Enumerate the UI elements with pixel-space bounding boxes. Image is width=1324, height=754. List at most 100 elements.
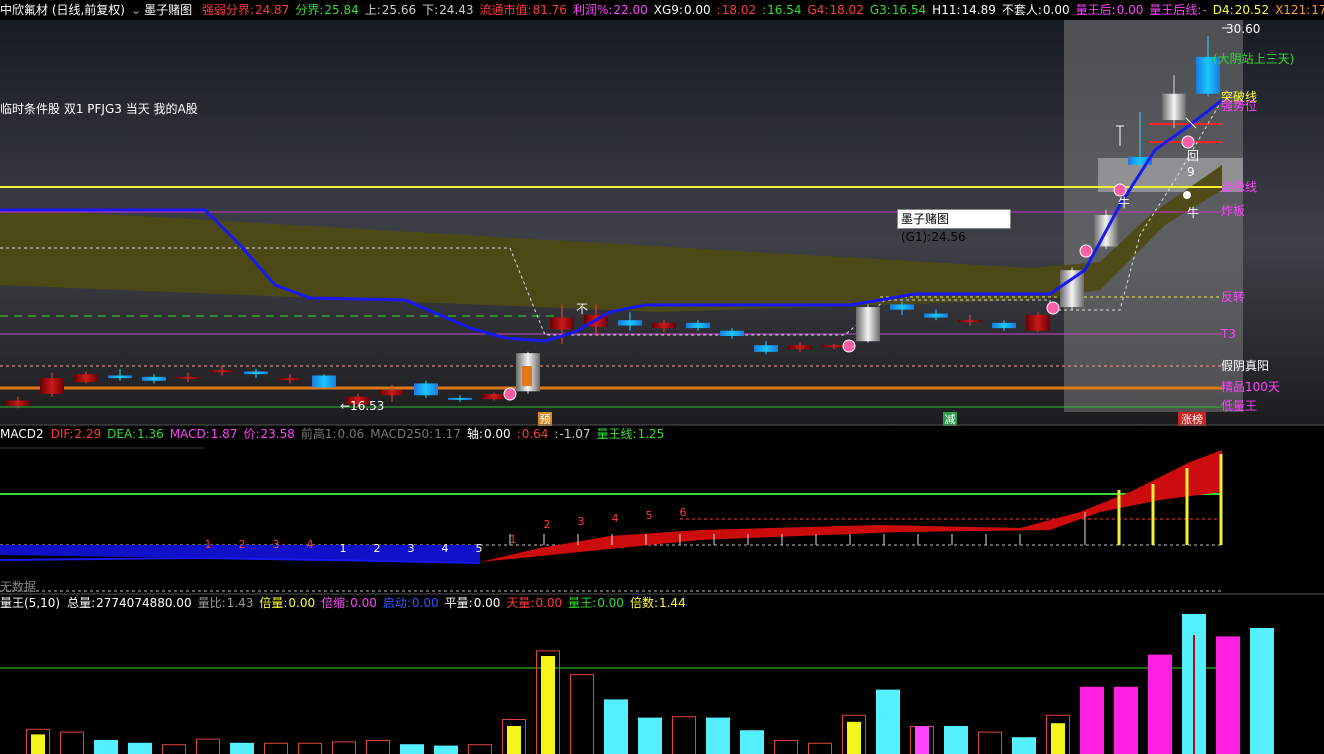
signal-marker (1113, 183, 1127, 197)
line-label: 炸板 (1221, 204, 1245, 218)
volume-bar (944, 726, 968, 754)
macd_panel-value: 0.00 (483, 427, 511, 441)
candle-body (210, 370, 234, 373)
candle-body (822, 345, 846, 348)
candle-body (856, 307, 880, 342)
macd-count-white: 2 (374, 542, 381, 555)
volume-bar-inner (915, 726, 929, 754)
macd_panel-label: : (516, 427, 521, 441)
volume-bar (196, 738, 220, 754)
volume_panel-item: 倍数:1.44 (630, 596, 686, 610)
macd-count-white: 4 (442, 542, 449, 555)
volume_panel-value: 0.00 (597, 596, 624, 610)
volume-header: 量王(5,10) 总量:2774074880.00 量比:1.43 倍量:0.00 倍缩… (0, 595, 692, 611)
candle-body (720, 330, 744, 336)
candle-body (448, 397, 472, 400)
candle-body (40, 378, 64, 394)
volume_panel-label: 量比: (197, 596, 226, 610)
pattern-label: (大阴站上三天) (1213, 52, 1294, 66)
annotation-niu: 牛 (1118, 195, 1130, 210)
annotation-hui: 回 (1187, 149, 1199, 163)
no-data-text: 无数据 (0, 580, 37, 594)
volume_panel-label: 量王: (568, 596, 597, 610)
macd_panel-label: 前高1: (300, 427, 337, 441)
macd_panel-value: 2.29 (74, 427, 102, 441)
macd_panel-item: DEA:1.36 (107, 427, 164, 441)
macd_panel-value: 1.17 (434, 427, 461, 441)
volume-bar-inner (541, 656, 555, 754)
candle-body (788, 345, 812, 350)
bottom-tag: 减 (945, 413, 956, 426)
macd_panel-label: 量王线: (596, 427, 637, 441)
candle-body (142, 376, 166, 381)
macd_panel-value: 0.06 (337, 427, 365, 441)
volume-bar (128, 742, 152, 754)
macd-count-red: 1 (510, 533, 517, 546)
candle-accent (522, 366, 532, 386)
candle-body (890, 304, 914, 310)
volume-bar-inner (507, 726, 521, 754)
macd_panel-item: :-1.07 (554, 427, 590, 441)
macd_panel-value: 1.25 (637, 427, 665, 441)
macd_panel-value: 1.87 (210, 427, 238, 441)
annotation-niu: 牛 (1187, 205, 1199, 220)
volume_panel-label: 平量: (444, 596, 473, 610)
volume_panel-item: 量王:0.00 (568, 596, 624, 610)
candle-body (958, 320, 982, 323)
volume-bar (638, 717, 662, 754)
price-tooltip: 墨子赌图(G1):24.56 (897, 209, 1011, 244)
macd_panel-item: 量王线:1.25 (597, 427, 665, 441)
volume-bar (162, 744, 186, 754)
volume_panel-label: 总量: (67, 596, 96, 610)
candle-body (754, 345, 778, 352)
candle-body (312, 375, 336, 388)
macd-header: MACD2 DIF:2.29 DEA:1.36 MACD:1.87 价:23.58 前高1… (0, 426, 670, 442)
candle-body (176, 376, 200, 379)
candle-body (6, 400, 30, 406)
chart-canvas[interactable]: (大阴站上三天)30.60←16.53不回9牛牛突破线强势位启稳线炸板反转T3假… (0, 0, 1324, 754)
macd_panel-label: 价: (243, 427, 260, 441)
volume-bar (978, 731, 1002, 754)
signal-marker (842, 339, 856, 353)
volume_panel-item: 量王(5,10) (0, 596, 61, 610)
volume-bar (1148, 654, 1172, 754)
volume-bar-inner (1051, 723, 1065, 754)
macd-count-red: 1 (205, 538, 212, 551)
volume_panel-item: 平量:0.00 (445, 596, 501, 610)
macd-count-red: 2 (544, 518, 551, 531)
volume_panel-item: 倍量:0.00 (259, 596, 315, 610)
signal-dot (1183, 191, 1191, 199)
volume-bar (774, 740, 798, 754)
candle-body (278, 378, 302, 381)
volume-bar (400, 744, 424, 754)
volume-bar (570, 674, 594, 754)
volume-bar (1250, 628, 1274, 754)
volume-bar (740, 730, 764, 754)
high-price-label: 30.60 (1226, 22, 1260, 36)
volume_panel-label: 倍数: (629, 596, 658, 610)
volume_panel-label: 倍量: (259, 596, 288, 610)
candle-body (1162, 93, 1186, 121)
volume-bar (1216, 636, 1240, 754)
volume-bar (1114, 686, 1138, 754)
volume-bar (230, 742, 254, 754)
volume-bar (60, 731, 84, 754)
line-label: 反转 (1221, 289, 1245, 304)
volume_panel-label: 天量: (506, 596, 535, 610)
volume-bar (94, 740, 118, 754)
macd-count-white: 3 (408, 542, 415, 555)
volume_panel-value: 0.00 (411, 596, 439, 610)
condition-text: 临时条件股 双1 PFJG3 当天 我的A股 (0, 102, 198, 116)
volume-bar (332, 741, 356, 754)
macd_panel-label: 轴: (466, 427, 483, 441)
volume_panel-value: 0.00 (473, 596, 501, 610)
annotation-bu: 不 (576, 302, 588, 316)
macd_panel-item: MACD:1.87 (170, 427, 238, 441)
candle-body (652, 322, 676, 329)
bottom-tag: 涨榜 (1181, 412, 1203, 426)
stock-chart-window[interactable]: 中欣氟材 (日线,前复权) ⌄ 墨子赌图 强弱分界:24.87 分界:25.84 上:2… (0, 0, 1324, 754)
bottom-tag: 预 (540, 413, 551, 426)
candle-body (380, 389, 404, 396)
macd_panel-item: :0.64 (517, 427, 549, 441)
line-label: T3 (1220, 327, 1236, 341)
